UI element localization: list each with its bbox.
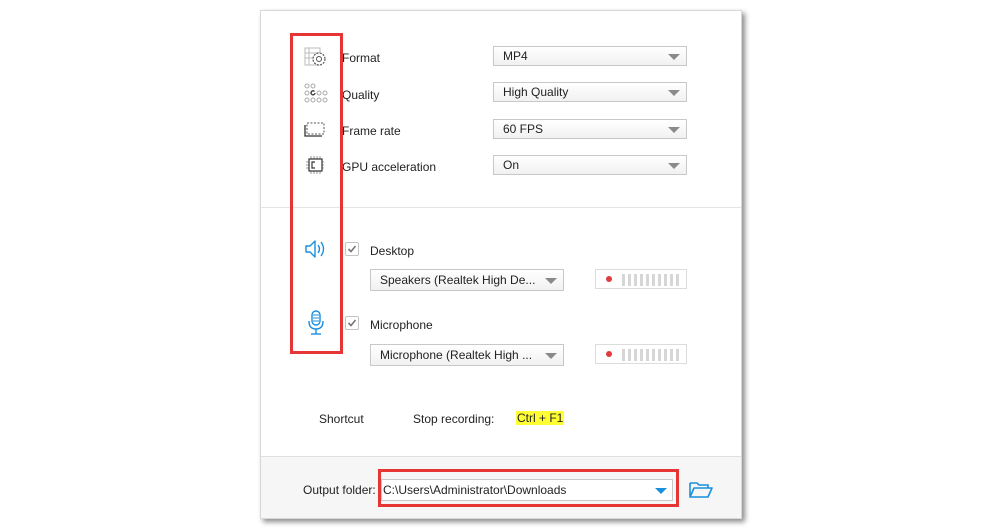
record-dot-icon	[606, 276, 612, 282]
microphone-device-value: Microphone (Realtek High ...	[380, 348, 533, 362]
microphone-label: Microphone	[370, 318, 433, 332]
chevron-down-icon	[668, 127, 680, 133]
stop-recording-label: Stop recording:	[413, 412, 495, 426]
chevron-down-icon	[545, 353, 557, 359]
quality-value: High Quality	[503, 85, 569, 99]
shortcut-label: Shortcut	[319, 412, 364, 426]
gpu-acceleration-label: GPU acceleration	[342, 160, 437, 174]
quality-label: Quality	[342, 88, 380, 102]
desktop-audio-checkbox[interactable]	[345, 242, 359, 256]
desktop-audio-device-value: Speakers (Realtek High De...	[380, 273, 536, 287]
chevron-down-icon	[668, 163, 680, 169]
level-bars	[622, 349, 679, 361]
microphone-level-meter	[595, 344, 687, 364]
frame-rate-value: 60 FPS	[503, 122, 544, 136]
gpu-acceleration-select[interactable]: On	[493, 155, 687, 175]
desktop-audio-label: Desktop	[370, 244, 415, 258]
level-bars	[622, 274, 679, 286]
output-folder-label: Output folder:	[303, 483, 376, 497]
microphone-device-select[interactable]: Microphone (Realtek High ...	[370, 344, 564, 366]
desktop-audio-level-meter	[595, 269, 687, 289]
desktop-audio-device-select[interactable]: Speakers (Realtek High De...	[370, 269, 564, 291]
frame-rate-label: Frame rate	[342, 124, 401, 138]
output-folder-highlight-box	[378, 469, 679, 507]
stop-recording-shortcut[interactable]: Ctrl + F1	[516, 411, 565, 425]
frame-rate-select[interactable]: 60 FPS	[493, 119, 687, 139]
format-select[interactable]: MP4	[493, 46, 687, 66]
folder-open-icon[interactable]	[689, 481, 713, 502]
record-dot-icon	[606, 351, 612, 357]
chevron-down-icon	[668, 90, 680, 96]
microphone-checkbox[interactable]	[345, 316, 359, 330]
quality-select[interactable]: High Quality	[493, 82, 687, 102]
icons-highlight-box	[290, 33, 343, 354]
gpu-acceleration-value: On	[503, 158, 520, 172]
format-value: MP4	[503, 49, 528, 63]
format-label: Format	[342, 51, 381, 65]
chevron-down-icon	[545, 278, 557, 284]
chevron-down-icon	[668, 54, 680, 60]
